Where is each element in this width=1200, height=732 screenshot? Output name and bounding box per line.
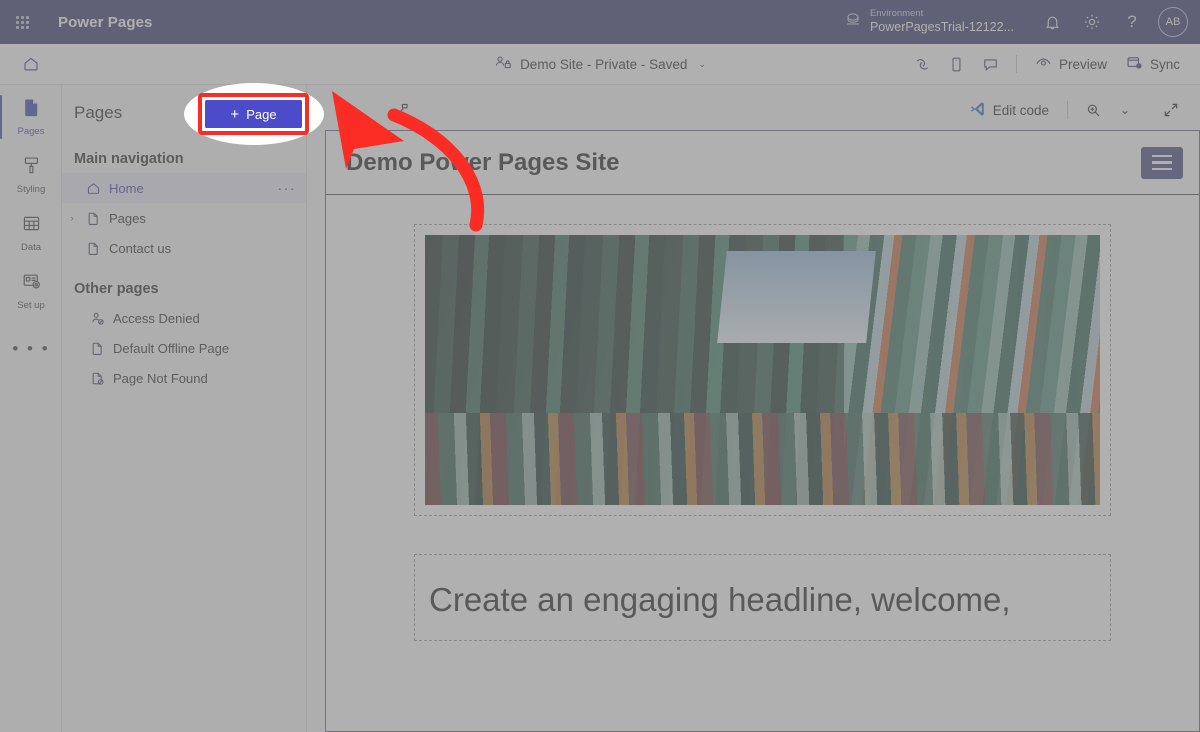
page-icon <box>82 241 104 256</box>
canvas-toolbar-left <box>387 95 417 125</box>
mobile-preview-icon[interactable] <box>941 48 973 80</box>
sidebar-item-setup[interactable]: Set up <box>0 265 62 317</box>
site-brand-title: Demo Power Pages Site <box>346 148 620 176</box>
environment-globe-icon <box>845 11 861 32</box>
home-icon[interactable] <box>0 44 62 85</box>
feedback-comment-icon[interactable] <box>975 48 1007 80</box>
hero-image-section[interactable] <box>414 224 1111 516</box>
pages-copilot-icon[interactable] <box>907 48 939 80</box>
command-bar: Demo Site - Private - Saved ⌄ Preview Sy… <box>0 44 1200 85</box>
site-visibility-icon <box>494 55 512 74</box>
plus-icon: + <box>231 104 241 122</box>
app-launcher-icon[interactable] <box>0 0 44 44</box>
site-header: Demo Power Pages Site <box>326 131 1199 195</box>
page-tree-label: Home <box>109 180 144 196</box>
site-status-label: Demo Site - Private - Saved <box>520 56 688 72</box>
table-data-icon <box>21 213 42 239</box>
add-page-button[interactable]: + Page <box>221 98 292 128</box>
command-bar-actions: Preview Sync <box>907 48 1200 80</box>
site-status-selector[interactable]: Demo Site - Private - Saved ⌄ <box>494 55 706 74</box>
colorful-containers-image <box>425 235 1100 505</box>
avatar[interactable]: AB <box>1158 7 1188 37</box>
page-tree-label: Pages <box>109 210 146 226</box>
headline-section[interactable]: Create an engaging headline, welcome, <box>414 554 1111 641</box>
pages-panel: Pages + Page Main navigation Home ··· › … <box>62 85 307 732</box>
hamburger-menu-icon[interactable] <box>1141 146 1183 179</box>
environment-label: Environment <box>869 8 924 20</box>
add-page-label: Page <box>247 105 278 121</box>
page-tree-item-home[interactable]: Home ··· <box>62 173 306 203</box>
sidebar-item-label: Pages <box>17 126 45 137</box>
magnifier-zoom-icon[interactable] <box>1078 95 1108 125</box>
other-pages-heading: Other pages <box>74 281 159 297</box>
pages-panel-header: Pages + Page <box>62 85 306 141</box>
zoom-chevron-down-icon[interactable]: ⌄ <box>1110 95 1140 125</box>
edit-code-label: Edit code <box>992 102 1049 118</box>
suite-header-right: Environment PowerPagesTrial-12122... ? A… <box>845 0 1200 44</box>
sidebar-item-pages[interactable]: Pages <box>0 91 62 143</box>
components-tree-icon[interactable] <box>387 95 417 125</box>
access-denied-icon <box>86 311 108 326</box>
sidebar-item-label: Set up <box>17 300 45 311</box>
edit-code-button[interactable]: Edit code <box>960 95 1057 125</box>
environment-value: PowerPagesTrial-12122... <box>869 20 1014 35</box>
canvas-toolbar-right: Edit code ⌄ <box>960 95 1186 125</box>
rail-more-icon[interactable]: • • • <box>0 329 62 369</box>
preview-label: Preview <box>1058 56 1107 72</box>
sync-icon <box>1125 54 1144 74</box>
setup-gear-icon <box>21 271 42 297</box>
page-tree-item-access-denied[interactable]: Access Denied <box>62 303 306 333</box>
page-tree-label: Access Denied <box>113 310 200 326</box>
canvas-toolbar-divider <box>1067 101 1068 119</box>
page-tree-label: Page Not Found <box>113 370 208 386</box>
sync-button[interactable]: Sync <box>1117 48 1188 80</box>
home-page-icon <box>82 181 104 196</box>
app-title: Power Pages <box>58 13 153 31</box>
preview-button[interactable]: Preview <box>1026 48 1115 80</box>
image-lower-band <box>425 413 1100 505</box>
page-tree-label: Contact us <box>109 240 172 256</box>
page-tree-label: Default Offline Page <box>113 340 230 356</box>
pages-icon <box>21 97 42 123</box>
page-not-found-icon <box>86 371 108 386</box>
page-icon <box>82 211 104 226</box>
headline-text: Create an engaging headline, welcome, <box>429 581 1011 618</box>
question-mark-icon[interactable]: ? <box>1112 0 1152 44</box>
page-icon <box>86 341 108 356</box>
page-tree-item-pages[interactable]: › Pages <box>62 203 306 233</box>
page-tree-item-page-not-found[interactable]: Page Not Found <box>62 363 306 393</box>
main-navigation-heading: Main navigation <box>74 151 184 167</box>
sync-label: Sync <box>1149 56 1180 72</box>
canvas-toolbar: Edit code ⌄ <box>307 85 1200 135</box>
expand-arrows-icon[interactable] <box>1156 95 1186 125</box>
paint-roller-icon <box>21 155 42 181</box>
sidebar-item-label: Data <box>20 242 42 253</box>
vscode-icon <box>968 100 986 121</box>
page-tree-item-default-offline-page[interactable]: Default Offline Page <box>62 333 306 363</box>
toolbar-divider <box>1015 55 1017 73</box>
page-overflow-menu-icon[interactable]: ··· <box>278 180 297 196</box>
bell-icon[interactable] <box>1032 0 1072 44</box>
suite-header-bar: Power Pages Environment PowerPagesTrial-… <box>0 0 1200 44</box>
site-preview-frame: Demo Power Pages Site Create an engaging… <box>325 130 1200 732</box>
sidebar-item-label: Styling <box>16 184 46 195</box>
left-rail: Pages Styling Data Set up • • • <box>0 85 62 732</box>
page-tree-item-contact-us[interactable]: Contact us <box>62 233 306 263</box>
sidebar-item-data[interactable]: Data <box>0 207 62 259</box>
page-title: Pages <box>74 103 123 122</box>
chevron-right-icon[interactable]: › <box>62 213 82 223</box>
chevron-down-icon[interactable]: ⌄ <box>698 59 706 70</box>
environment-selector[interactable]: Environment PowerPagesTrial-12122... <box>845 8 1014 35</box>
editor-canvas-area: Edit code ⌄ Demo Power Pages Site Create… <box>307 85 1200 732</box>
sidebar-item-styling[interactable]: Styling <box>0 149 62 201</box>
gear-icon[interactable] <box>1072 0 1112 44</box>
eye-preview-icon <box>1034 54 1053 74</box>
